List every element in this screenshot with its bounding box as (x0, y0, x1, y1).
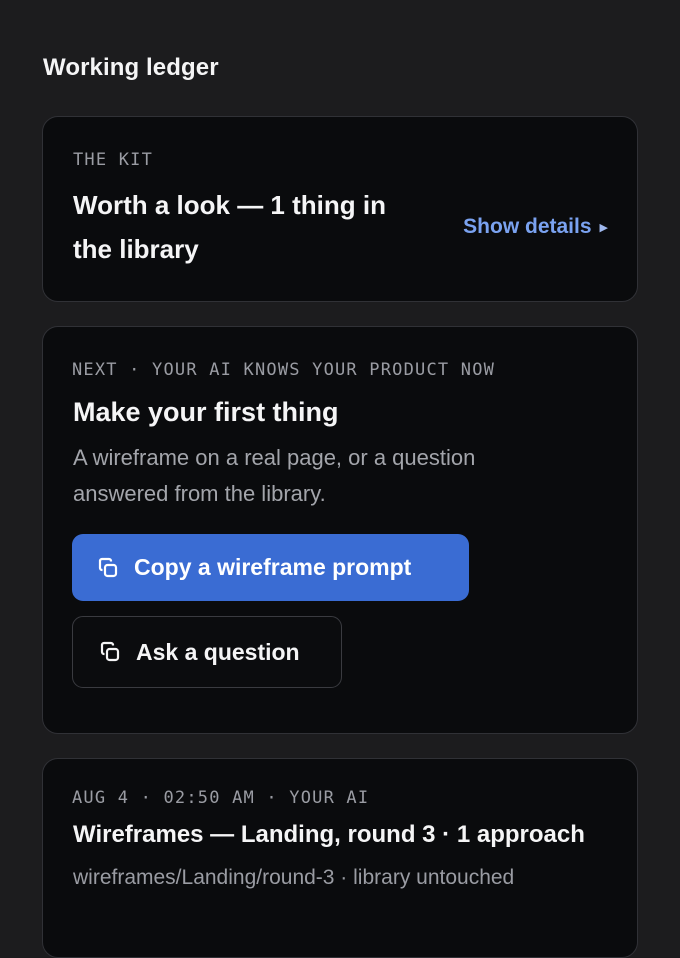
show-details-label: Show details (463, 215, 592, 238)
ask-question-button[interactable]: Ask a question (72, 616, 342, 688)
panel-title: Working ledger (43, 54, 219, 81)
next-kicker: NEXT · YOUR AI KNOWS YOUR PRODUCT NOW (72, 360, 496, 380)
caret-right-icon: ▶ (599, 221, 608, 234)
next-description: A wireframe on a real page, or a questio… (73, 445, 476, 506)
kit-card: THE KIT Worth a look — 1 thing in the li… (42, 116, 638, 302)
kit-kicker: THE KIT (73, 150, 154, 170)
show-details-link[interactable]: Show details ▶ (463, 215, 608, 239)
copy-wireframe-prompt-button[interactable]: Copy a wireframe prompt (72, 534, 469, 601)
copy-icon (100, 641, 120, 662)
activity-meta: wireframes/Landing/round-3 · library unt… (73, 866, 515, 889)
kit-headline: Worth a look — 1 thing in the library (73, 190, 386, 264)
copy-wireframe-prompt-label: Copy a wireframe prompt (134, 554, 412, 580)
activity-kicker: AUG 4 · 02:50 AM · YOUR AI (72, 788, 370, 808)
next-title: Make your first thing (73, 397, 339, 427)
ask-question-label: Ask a question (136, 638, 300, 665)
copy-icon (98, 557, 118, 577)
activity-card[interactable]: AUG 4 · 02:50 AM · YOUR AI Wireframes — … (42, 758, 638, 958)
next-step-card: NEXT · YOUR AI KNOWS YOUR PRODUCT NOW Ma… (42, 326, 638, 734)
activity-title: Wireframes — Landing, round 3 · 1 approa… (73, 821, 585, 848)
